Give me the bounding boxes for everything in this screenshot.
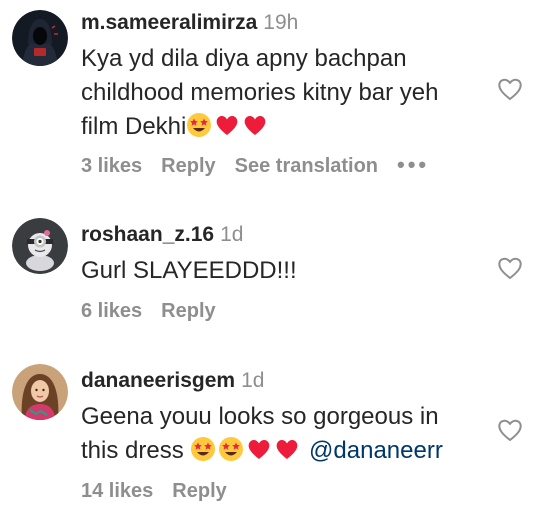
comment-time[interactable]: 1d: [220, 223, 243, 246]
star-struck-emoji-icon: [191, 437, 216, 461]
comment-text-fragment: this dress: [81, 437, 184, 464]
comment-text-line: Kya yd dila diya apny bachpan: [81, 45, 407, 72]
star-struck-emoji-icon: [187, 113, 212, 137]
comment-username[interactable]: dananeerisgem: [81, 369, 235, 392]
see-translation-button[interactable]: See translation: [235, 155, 378, 177]
mention-link[interactable]: @dananeerr: [309, 437, 443, 464]
red-heart-emoji-icon: [245, 115, 266, 135]
comment-time[interactable]: 19h: [263, 11, 298, 34]
red-heart-emoji-icon: [217, 115, 238, 135]
comment-item: roshaan_z.16 1d Gurl SLAYEEDDD!!! 6 likes…: [0, 212, 546, 332]
like-button[interactable]: [496, 254, 524, 282]
profile-photo-avatar-icon: [12, 364, 68, 420]
like-button[interactable]: [496, 75, 524, 103]
comment-text-line: Geena youu looks so gorgeous in: [81, 403, 439, 430]
reply-button[interactable]: Reply: [172, 480, 226, 502]
comment-item: dananeerisgem 1d Geena youu looks so gorg…: [0, 358, 546, 513]
hooded-figure-avatar-icon: [12, 10, 68, 66]
heart-outline-icon: [498, 78, 522, 101]
likes-count[interactable]: 6 likes: [81, 300, 142, 322]
like-button[interactable]: [496, 416, 524, 444]
reply-button[interactable]: Reply: [161, 155, 215, 177]
comment-text-fragment: film Dekhi: [81, 113, 187, 140]
comment-text: Gurl SLAYEEDDD!!!: [81, 254, 486, 288]
likes-count[interactable]: 3 likes: [81, 155, 142, 177]
more-options-icon[interactable]: •••: [397, 152, 429, 177]
comment-item: m.sameeralimirza 19h Kya yd dila diya apn…: [0, 0, 546, 190]
comment-text: Kya yd dila diya apny bachpan childhood …: [81, 42, 486, 144]
comment-text-line: film Dekhi: [81, 110, 486, 144]
reply-button[interactable]: Reply: [161, 300, 215, 322]
comment-username[interactable]: m.sameeralimirza: [81, 11, 257, 34]
avatar[interactable]: [12, 218, 68, 274]
star-struck-emoji-icon: [219, 437, 244, 461]
likes-count[interactable]: 14 likes: [81, 480, 153, 502]
comment-text-line: Gurl SLAYEEDDD!!!: [81, 257, 297, 284]
red-heart-emoji-icon: [249, 439, 270, 459]
comment-text-line: this dress @dananeerr: [81, 434, 486, 468]
comment-text: Geena youu looks so gorgeous in this dre…: [81, 400, 486, 468]
avatar[interactable]: [12, 364, 68, 420]
comment-text-line: childhood memories kitny bar yeh: [81, 79, 439, 106]
comment-username[interactable]: roshaan_z.16: [81, 223, 214, 246]
minion-avatar-icon: [12, 218, 68, 274]
comment-time[interactable]: 1d: [241, 369, 264, 392]
avatar[interactable]: [12, 10, 68, 66]
heart-outline-icon: [498, 257, 522, 280]
heart-outline-icon: [498, 419, 522, 442]
red-heart-emoji-icon: [277, 439, 298, 459]
